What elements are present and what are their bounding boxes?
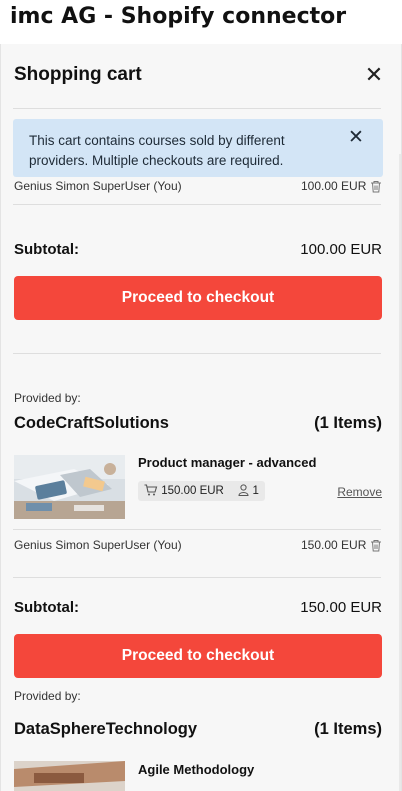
person-icon	[238, 484, 249, 496]
participant-price: 150.00 EUR	[301, 538, 367, 552]
proceed-to-checkout-button[interactable]: Proceed to checkout	[14, 634, 382, 678]
participant-name: Genius Simon SuperUser (You)	[14, 179, 182, 193]
course-price: 150.00 EUR	[161, 485, 224, 497]
notice-text: This cart contains courses sold by diffe…	[29, 133, 285, 168]
subtotal-label: Subtotal:	[14, 241, 79, 258]
price-chip: 150.00 EUR 1	[138, 481, 265, 501]
item-count: (1 Items)	[314, 414, 382, 432]
subtotal-value: 150.00 EUR	[300, 599, 382, 616]
close-icon[interactable]: ✕	[361, 62, 387, 88]
subtotal-label: Subtotal:	[14, 599, 79, 616]
cart-title: Shopping cart	[14, 64, 142, 85]
provided-by-label: Provided by:	[14, 391, 81, 405]
seat-count: 1	[252, 485, 259, 497]
row-divider	[13, 204, 381, 205]
provided-by-label: Provided by:	[14, 689, 81, 703]
page-heading: imc AG - Shopify connector	[10, 4, 347, 29]
row-divider	[13, 529, 381, 530]
row-divider	[13, 577, 381, 578]
trash-icon[interactable]	[370, 539, 382, 552]
group-divider	[13, 353, 381, 354]
remove-link[interactable]: Remove	[321, 485, 382, 499]
item-count: (1 Items)	[314, 720, 382, 738]
cart-icon	[144, 484, 158, 496]
course-thumbnail[interactable]	[14, 455, 125, 519]
proceed-to-checkout-button[interactable]: Proceed to checkout	[14, 276, 382, 320]
provider-name: CodeCraftSolutions	[14, 414, 169, 432]
subtotal-value: 100.00 EUR	[300, 241, 382, 258]
course-title[interactable]: Product manager - advanced	[138, 455, 316, 470]
header-divider	[13, 108, 381, 109]
course-thumbnail[interactable]	[14, 761, 125, 791]
participant-price: 100.00 EUR	[301, 179, 367, 193]
provider-name: DataSphereTechnology	[14, 720, 198, 738]
multiple-providers-notice: This cart contains courses sold by diffe…	[13, 119, 383, 177]
course-title[interactable]: Agile Methodology	[138, 762, 254, 777]
scrollbar[interactable]	[399, 154, 401, 791]
cart-header: Shopping cart ✕	[1, 44, 401, 108]
shopping-cart-panel: Shopping cart ✕ This cart contains cours…	[0, 44, 402, 791]
participant-name: Genius Simon SuperUser (You)	[14, 538, 182, 552]
trash-icon[interactable]	[370, 180, 382, 193]
close-icon[interactable]: ✕	[345, 127, 367, 149]
